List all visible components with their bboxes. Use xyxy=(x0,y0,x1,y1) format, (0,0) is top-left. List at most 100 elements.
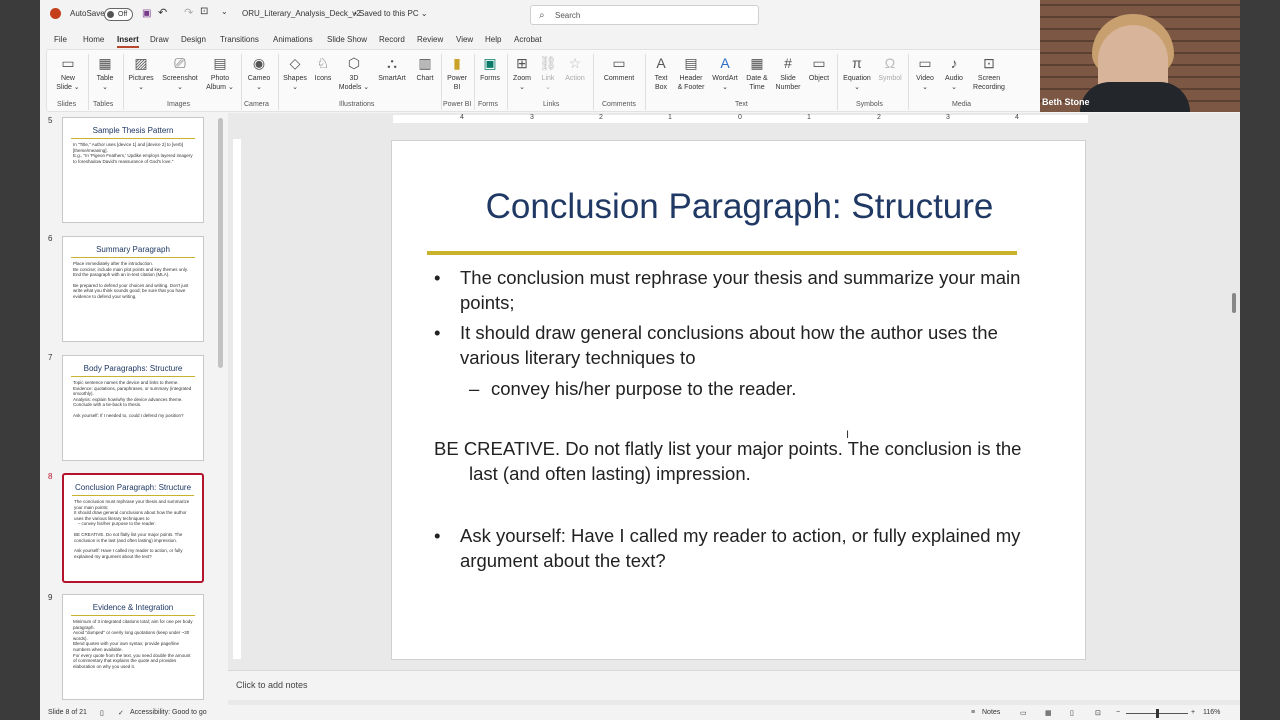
search-input[interactable]: ⌕ Search xyxy=(530,5,759,25)
zoom-in-icon[interactable]: + xyxy=(1191,709,1195,716)
table-button[interactable]: ▦ Table ⌄ xyxy=(91,54,119,92)
group-tables: Tables xyxy=(93,101,114,108)
editor-scrollbar[interactable] xyxy=(1232,293,1236,313)
symbol-button[interactable]: Ω Symbol xyxy=(875,54,905,83)
tab-transitions[interactable]: Transitions xyxy=(220,35,259,44)
slide-sorter-icon[interactable]: ▦ xyxy=(1045,709,1052,717)
slide-title[interactable]: Conclusion Paragraph: Structure xyxy=(392,187,1087,227)
zoom-level[interactable]: 116% xyxy=(1203,709,1220,716)
cameo-button[interactable]: ◉ Cameo ⌄ xyxy=(244,54,274,92)
normal-view-icon[interactable]: ▭ xyxy=(1020,709,1027,717)
power-bi-button[interactable]: ▮ Power BI xyxy=(443,54,471,92)
tab-help[interactable]: Help xyxy=(485,35,501,44)
slide-paragraph[interactable]: BE CREATIVE. Do not flatly list your maj… xyxy=(434,436,1054,486)
save-icon[interactable]: ▣ xyxy=(142,8,151,19)
zoom-out-icon[interactable]: − xyxy=(1116,709,1120,716)
thumbnail-text: Blend quotes with your own syntax; provi… xyxy=(73,641,180,652)
photo-album-button[interactable]: ▤ Photo Album ⌄ xyxy=(203,54,237,92)
tab-file[interactable]: File xyxy=(54,35,67,44)
chart-button[interactable]: ▥ Chart xyxy=(412,54,438,83)
zoom-slider-thumb[interactable] xyxy=(1156,709,1159,718)
new-slide-button[interactable]: ▭ New Slide ⌄ xyxy=(53,54,83,92)
save-status[interactable]: • Saved to this PC ⌄ xyxy=(354,9,428,18)
slide-number-button[interactable]: # Slide Number xyxy=(773,54,803,92)
redo-icon[interactable]: ↷ xyxy=(184,6,193,19)
slide-bullet-1[interactable]: • The conclusion must rephrase your thes… xyxy=(434,265,1060,315)
customize-qat-icon[interactable]: ⌄ xyxy=(221,7,228,16)
slide-thumbnail[interactable]: Summary Paragraph Place immediately afte… xyxy=(62,236,204,342)
action-button[interactable]: ☆ Action xyxy=(561,54,589,83)
comment-button[interactable]: ▭ Comment xyxy=(600,54,638,83)
link-button[interactable]: ⛓ Link ⌄ xyxy=(536,54,560,92)
paragraph-text: BE CREATIVE. Do not flatly list your maj… xyxy=(434,438,1022,484)
tab-record[interactable]: Record xyxy=(379,35,405,44)
tab-acrobat[interactable]: Acrobat xyxy=(514,35,542,44)
shapes-button[interactable]: ◇ Shapes ⌄ xyxy=(281,54,309,92)
sub-bullet-text: convey his/her purpose to the reader. xyxy=(491,378,797,399)
header-footer-button[interactable]: ▤ Header & Footer xyxy=(675,54,707,92)
tab-view[interactable]: View xyxy=(456,35,473,44)
audio-button[interactable]: ♪ Audio ⌄ xyxy=(940,54,968,92)
pi-icon: π xyxy=(852,55,862,71)
notes-button[interactable]: Notes xyxy=(982,709,1000,716)
tab-slide-show[interactable]: Slide Show xyxy=(327,35,367,44)
slideshow-icon[interactable]: ⊡ xyxy=(1095,709,1101,717)
zoom-icon: ⊞ xyxy=(516,55,528,71)
group-symbols: Symbols xyxy=(856,101,883,108)
tab-design[interactable]: Design xyxy=(181,35,206,44)
tab-home[interactable]: Home xyxy=(83,35,104,44)
bullet-text: Ask yourself: Have I called my reader to… xyxy=(460,525,1021,571)
undo-icon[interactable]: ↶ xyxy=(158,6,167,19)
icons-button[interactable]: ♘ Icons xyxy=(311,54,335,83)
forms-label: Forms xyxy=(480,75,500,82)
group-forms: Forms xyxy=(478,101,498,108)
wordart-button[interactable]: A WordArt ⌄ xyxy=(709,54,741,92)
3d-models-button[interactable]: ⬡ 3D Models ⌄ xyxy=(337,54,371,92)
tab-review[interactable]: Review xyxy=(417,35,443,44)
3d-models-icon: ⬡ xyxy=(347,55,361,71)
forms-button[interactable]: ▣ Forms xyxy=(476,54,504,83)
smartart-button[interactable]: ⛬ SmartArt xyxy=(374,54,410,83)
slide-thumbnail[interactable]: Evidence & Integration Minimum of 3 inte… xyxy=(62,594,204,700)
screenshot-button[interactable]: ⎚ Screenshot ⌄ xyxy=(160,54,200,92)
title-underline xyxy=(427,251,1017,255)
ruler-number: 3 xyxy=(530,114,534,121)
tab-animations[interactable]: Animations xyxy=(273,35,313,44)
tab-insert[interactable]: Insert xyxy=(117,35,139,48)
notes-pane[interactable]: Click to add notes xyxy=(228,670,1240,700)
object-button[interactable]: ▭ Object xyxy=(805,54,833,83)
accessibility-icon[interactable]: ✓ xyxy=(118,709,124,717)
slide-thumbnail-selected[interactable]: Conclusion Paragraph: Structure The conc… xyxy=(62,473,204,583)
ruler-number: 4 xyxy=(460,114,464,121)
thumbnail-text: It should draw general conclusions about… xyxy=(74,510,187,521)
screenshot-label: Screenshot ⌄ xyxy=(162,75,198,91)
icons-label: Icons xyxy=(314,75,332,82)
present-icon[interactable]: ⊡ xyxy=(200,6,208,17)
bullet-icon: • xyxy=(434,267,441,288)
thumbnail-rule xyxy=(72,495,194,496)
group-links: Links xyxy=(543,101,560,108)
accessibility-status[interactable]: Accessibility: Good to go xyxy=(130,709,207,716)
equation-button[interactable]: π Equation ⌄ xyxy=(840,54,874,92)
bullet-icon: • xyxy=(434,322,441,343)
notes-icon[interactable]: ≡ xyxy=(971,709,975,716)
slide-thumbnail[interactable]: Sample Thesis Pattern In "Title," Author… xyxy=(62,117,204,223)
slide-thumbnail[interactable]: Body Paragraphs: Structure Topic sentenc… xyxy=(62,355,204,461)
text-box-button[interactable]: A Text Box xyxy=(649,54,673,92)
slide-bullet-3[interactable]: • Ask yourself: Have I called my reader … xyxy=(434,523,1040,573)
spelling-icon[interactable]: ▯ xyxy=(100,709,104,717)
shapes-label: Shapes ⌄ xyxy=(283,75,307,91)
autosave-toggle[interactable]: Off xyxy=(104,8,133,21)
video-button[interactable]: ▭ Video ⌄ xyxy=(911,54,939,92)
pictures-button[interactable]: ▨ Pictures ⌄ xyxy=(125,54,157,92)
slide-sub-bullet[interactable]: – convey his/her purpose to the reader. xyxy=(469,376,1051,401)
screen-recording-button[interactable]: ⊡ Screen Recording xyxy=(969,54,1009,92)
slide-number-label: 6 xyxy=(48,234,53,243)
date-time-button[interactable]: ▦ Date & Time xyxy=(743,54,771,92)
slide-canvas[interactable]: Conclusion Paragraph: Structure • The co… xyxy=(391,140,1086,660)
thumbnail-scrollbar[interactable] xyxy=(218,118,223,368)
slide-bullet-2[interactable]: • It should draw general conclusions abo… xyxy=(434,320,1060,370)
zoom-button[interactable]: ⊞ Zoom ⌄ xyxy=(509,54,535,92)
tab-draw[interactable]: Draw xyxy=(150,35,169,44)
reading-view-icon[interactable]: ▯ xyxy=(1070,709,1074,717)
